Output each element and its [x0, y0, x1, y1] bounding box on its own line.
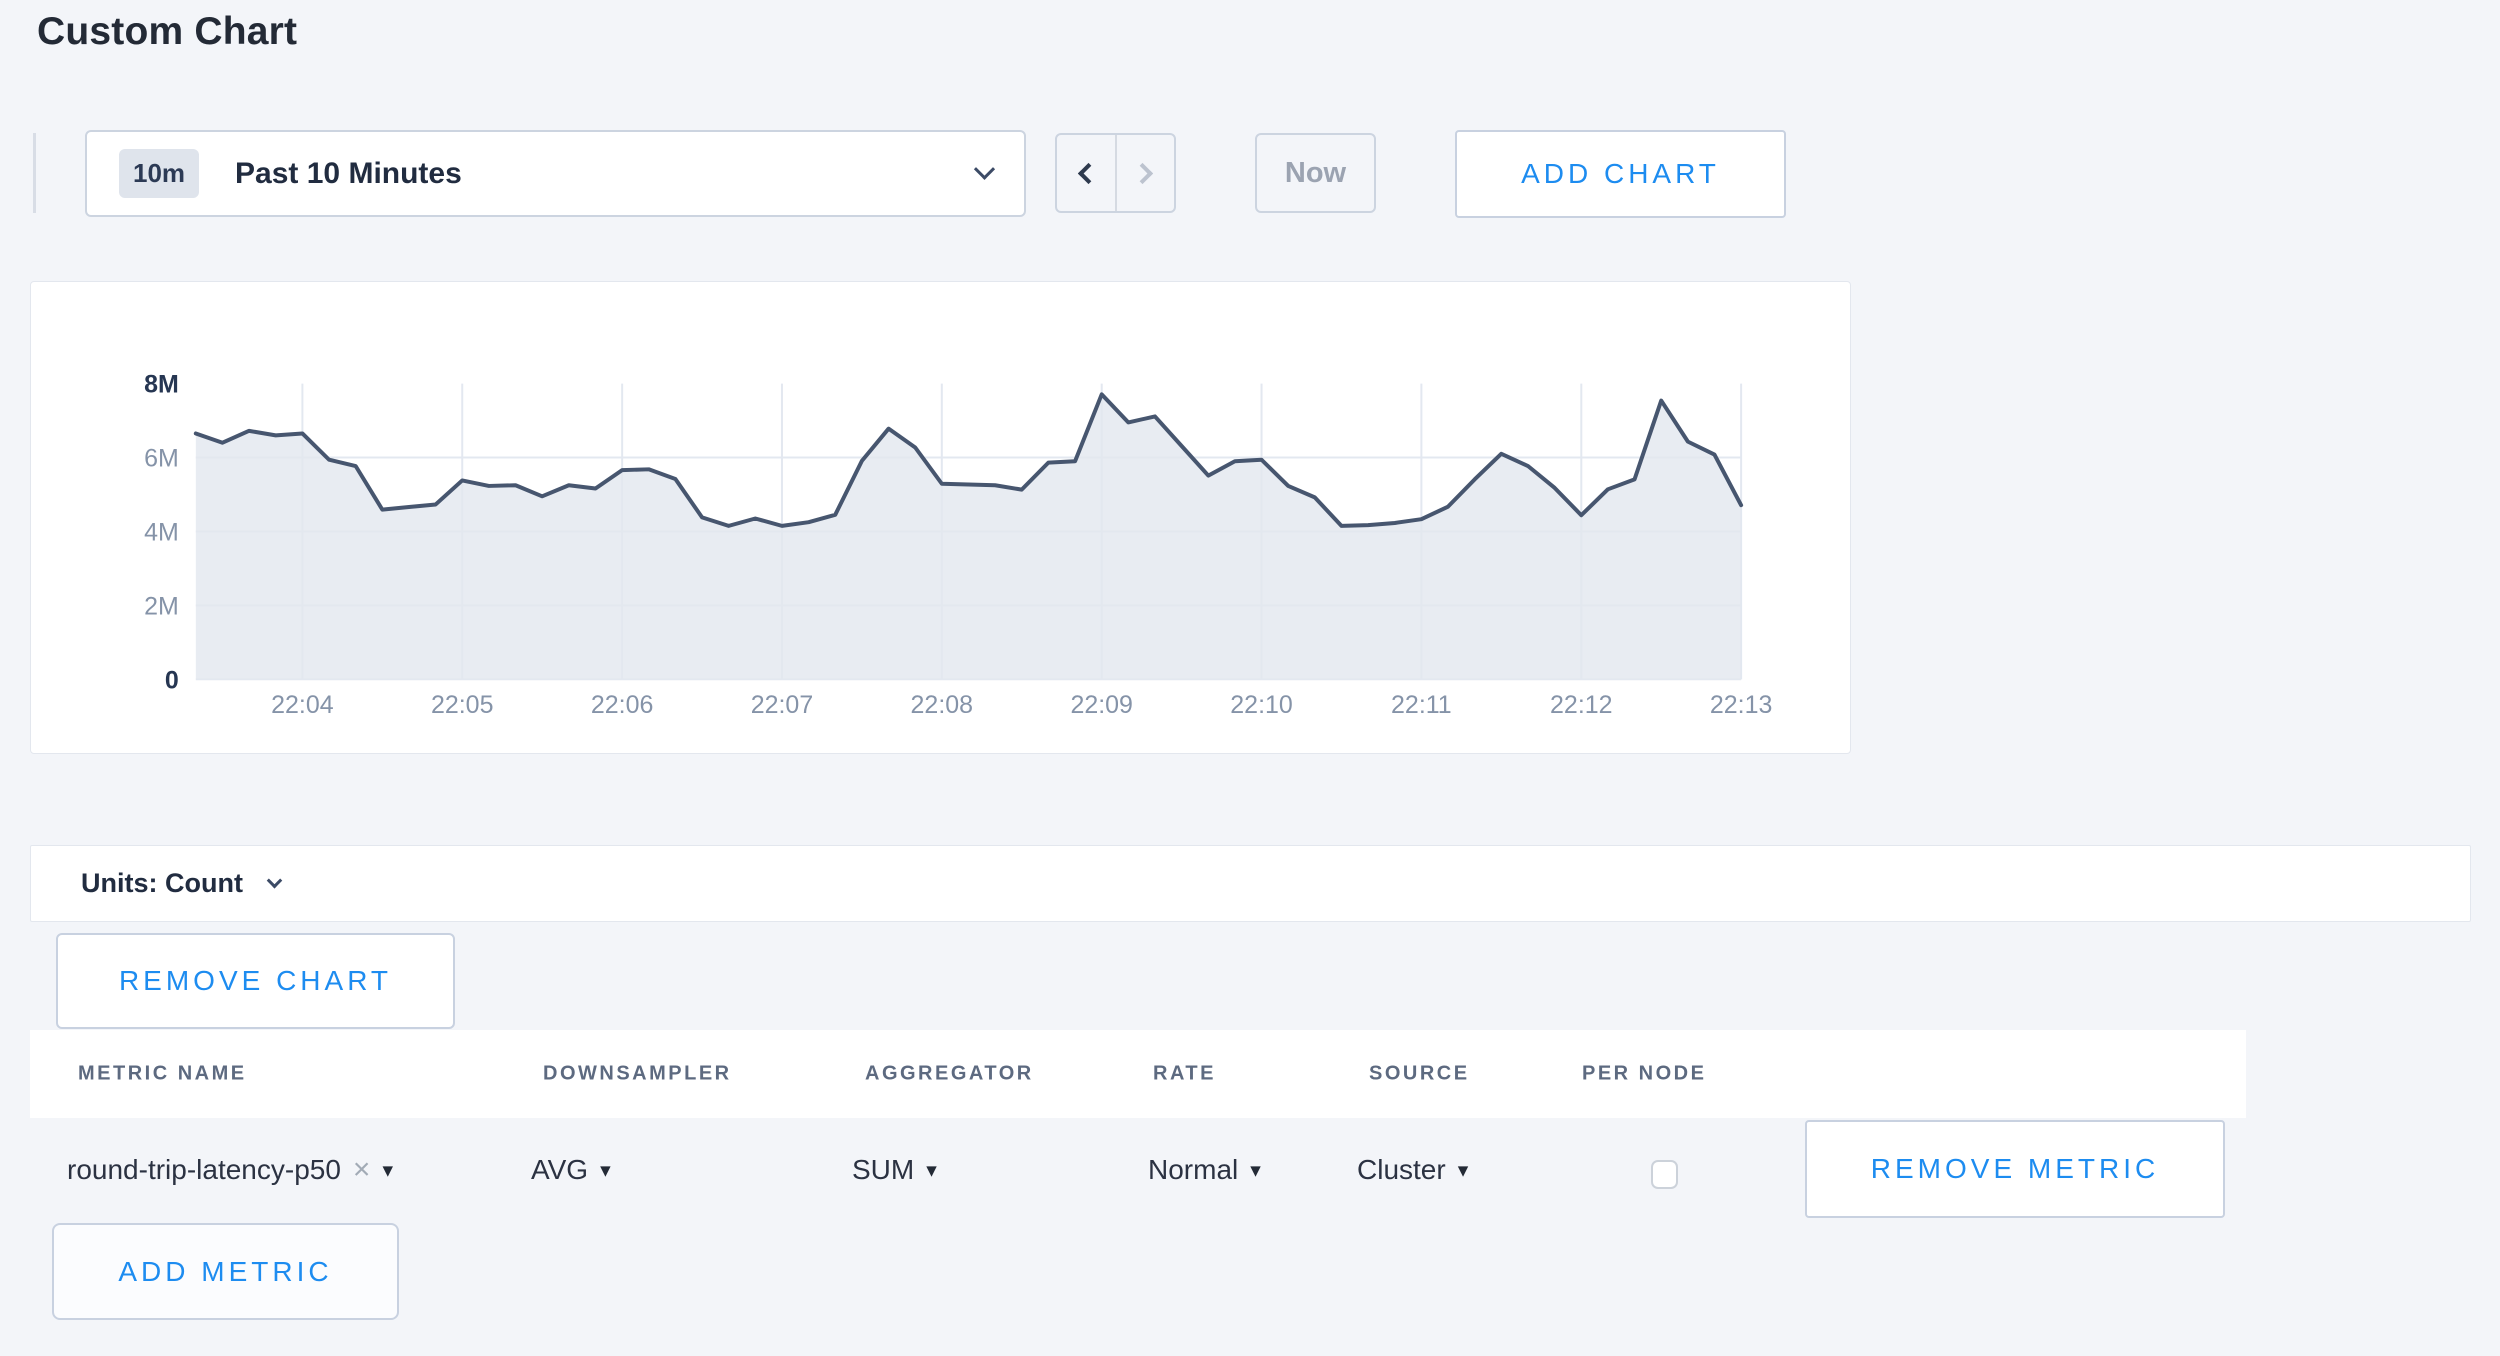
- svg-text:22:04: 22:04: [271, 691, 334, 719]
- dropdown-caret-icon: ▾: [926, 1160, 937, 1181]
- column-header-metric-name: METRIC NAME: [78, 1063, 247, 1086]
- dropdown-caret-icon: ▾: [600, 1160, 611, 1181]
- downsampler-value: AVG: [531, 1154, 588, 1186]
- time-range-dropdown[interactable]: 10m Past 10 Minutes: [85, 130, 1026, 217]
- add-chart-button[interactable]: ADD CHART: [1455, 130, 1786, 218]
- svg-text:22:13: 22:13: [1710, 691, 1772, 719]
- svg-text:0: 0: [165, 666, 179, 694]
- timeseries-area-chart: 0 2M 4M 6M 8M 22:04 22:05 22:06 22:07 22:08 22:09 2…: [31, 282, 1850, 753]
- svg-text:22:12: 22:12: [1550, 691, 1612, 719]
- svg-text:22:11: 22:11: [1391, 691, 1452, 719]
- aggregator-value: SUM: [852, 1154, 914, 1186]
- column-header-source: SOURCE: [1369, 1063, 1470, 1086]
- prev-timeframe-button[interactable]: [1057, 135, 1115, 211]
- svg-text:22:05: 22:05: [431, 691, 493, 719]
- downsampler-dropdown[interactable]: AVG ▾: [531, 1142, 611, 1198]
- units-dropdown[interactable]: Units: Count: [30, 845, 2471, 922]
- column-header-downsampler: DOWNSAMPLER: [543, 1063, 732, 1086]
- remove-chart-button[interactable]: REMOVE CHART: [56, 933, 455, 1029]
- aggregator-dropdown[interactable]: SUM ▾: [852, 1142, 937, 1198]
- rate-dropdown[interactable]: Normal ▾: [1148, 1142, 1261, 1198]
- svg-text:22:07: 22:07: [751, 691, 813, 719]
- svg-text:22:10: 22:10: [1230, 691, 1292, 719]
- svg-text:22:08: 22:08: [911, 691, 973, 719]
- svg-text:6M: 6M: [144, 445, 179, 473]
- remove-tag-icon[interactable]: ×: [353, 1155, 371, 1185]
- now-button[interactable]: Now: [1255, 133, 1376, 213]
- time-range-badge: 10m: [119, 149, 199, 198]
- add-metric-button[interactable]: ADD METRIC: [52, 1223, 399, 1320]
- svg-text:4M: 4M: [144, 518, 179, 546]
- metrics-table-header: METRIC NAME DOWNSAMPLER AGGREGATOR RATE …: [30, 1030, 2246, 1118]
- remove-metric-button[interactable]: REMOVE METRIC: [1805, 1120, 2225, 1218]
- toolbar-accent-divider: [33, 133, 36, 213]
- time-range-label: Past 10 Minutes: [235, 157, 462, 191]
- svg-text:22:09: 22:09: [1070, 691, 1132, 719]
- chevron-down-icon: [267, 873, 283, 889]
- page-title: Custom Chart: [37, 10, 297, 54]
- source-dropdown[interactable]: Cluster ▾: [1357, 1142, 1468, 1198]
- chart-card: 0 2M 4M 6M 8M 22:04 22:05 22:06 22:07 22:08 22:09 2…: [30, 281, 1851, 754]
- time-nav-group: [1055, 133, 1176, 213]
- dropdown-caret-icon: ▾: [1458, 1160, 1469, 1181]
- svg-text:2M: 2M: [144, 592, 179, 620]
- source-value: Cluster: [1357, 1154, 1446, 1186]
- dropdown-caret-icon: ▾: [382, 1160, 393, 1181]
- units-label: Units: Count: [81, 868, 243, 899]
- next-timeframe-button[interactable]: [1115, 135, 1175, 211]
- column-header-rate: RATE: [1153, 1063, 1216, 1086]
- chevron-down-icon: [974, 159, 995, 180]
- chevron-left-icon: [1078, 162, 1099, 183]
- dropdown-caret-icon: ▾: [1250, 1160, 1261, 1181]
- svg-text:22:06: 22:06: [591, 691, 653, 719]
- metric-name-value: round-trip-latency-p50: [67, 1154, 341, 1186]
- svg-text:8M: 8M: [144, 371, 179, 399]
- per-node-checkbox[interactable]: [1651, 1160, 1678, 1189]
- rate-value: Normal: [1148, 1154, 1238, 1186]
- column-header-aggregator: AGGREGATOR: [865, 1063, 1034, 1086]
- column-header-per-node: PER NODE: [1582, 1063, 1706, 1086]
- custom-chart-page: Custom Chart 10m Past 10 Minutes Now ADD…: [0, 0, 2500, 1356]
- chevron-right-icon: [1132, 162, 1153, 183]
- metric-name-dropdown[interactable]: round-trip-latency-p50 × ▾: [67, 1142, 393, 1198]
